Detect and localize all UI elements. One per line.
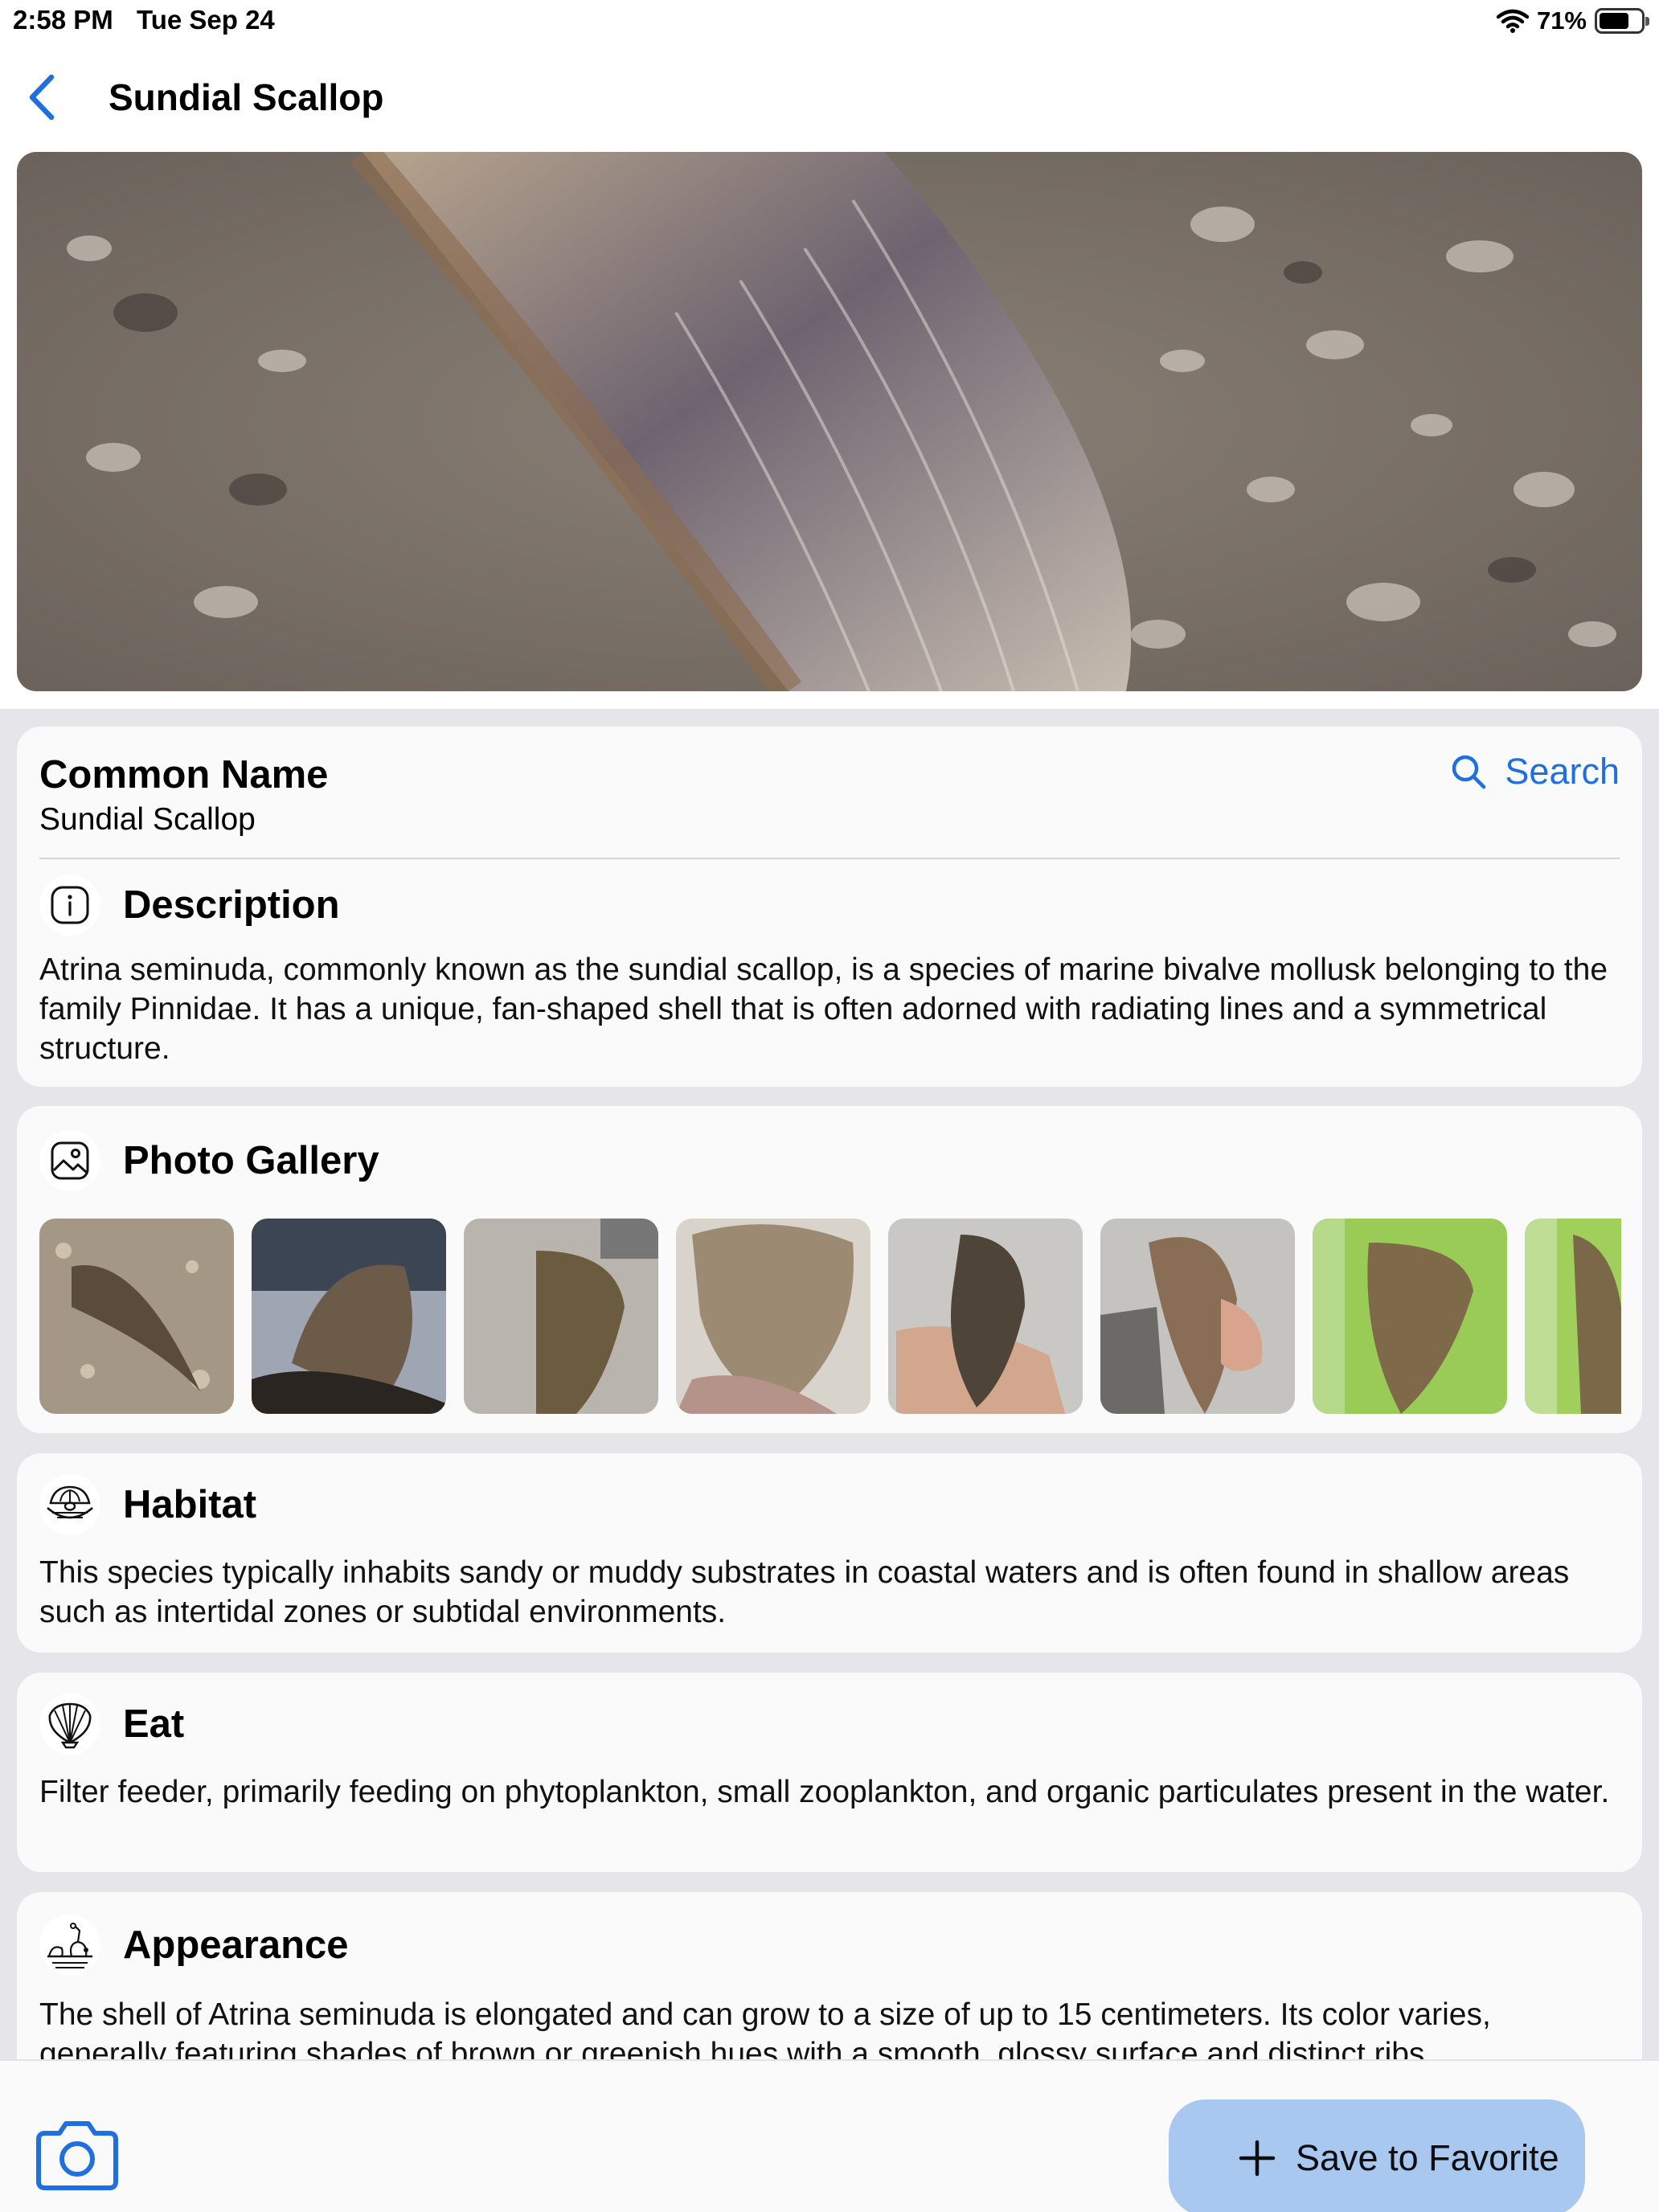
eat-heading: Eat — [39, 1694, 184, 1755]
battery-percent: 71% — [1536, 6, 1587, 35]
status-time: 2:58 PM — [13, 5, 113, 35]
appearance-title: Appearance — [123, 1923, 349, 1967]
photo-gallery-heading: Photo Gallery — [39, 1130, 379, 1191]
eat-title: Eat — [123, 1702, 185, 1746]
eat-text: Filter feeder, primarily feeding on phyt… — [39, 1775, 1610, 1809]
gallery-photo[interactable] — [1100, 1219, 1295, 1414]
bottom-toolbar: Save to Favorite — [0, 2059, 1659, 2212]
photo-icon — [39, 1130, 100, 1191]
scallop-shell-icon — [39, 1694, 100, 1755]
gallery-photo[interactable] — [1313, 1219, 1507, 1414]
gallery-photo[interactable] — [888, 1219, 1083, 1414]
search-label: Search — [1505, 751, 1620, 792]
common-name-label: Common Name — [39, 753, 329, 797]
info-icon — [39, 875, 100, 936]
gallery-photo[interactable] — [252, 1219, 446, 1414]
description-text: Atrina seminuda, commonly known as the s… — [39, 952, 1608, 1066]
common-name-value: Sundial Scallop — [39, 802, 256, 837]
status-bar: 2:58 PM Tue Sep 24 71% — [0, 0, 1659, 42]
photo-gallery-title: Photo Gallery — [123, 1139, 379, 1182]
save-to-favorite-label: Save to Favorite — [1296, 2136, 1559, 2178]
save-to-favorite-button[interactable]: Save to Favorite — [1169, 2099, 1585, 2212]
appearance-icon — [39, 1915, 100, 1976]
chevron-left-icon[interactable] — [23, 72, 63, 122]
summary-card: Common Name Sundial Scallop Search Descr… — [17, 727, 1642, 1087]
clam-icon — [39, 1474, 100, 1535]
status-indicators: 71% — [1496, 6, 1649, 35]
battery-icon — [1595, 8, 1649, 34]
description-heading: Description — [39, 875, 340, 936]
search-icon — [1452, 755, 1486, 789]
divider — [39, 858, 1620, 859]
habitat-card: Habitat This species typically inhabits … — [17, 1453, 1642, 1653]
nav-bar: Sundial Scallop — [0, 42, 1659, 150]
photo-gallery-card: Photo Gallery — [17, 1106, 1642, 1433]
eat-card: Eat Filter feeder, primarily feeding on … — [17, 1673, 1642, 1872]
page-title: Sundial Scallop — [109, 76, 384, 118]
gallery-photo[interactable] — [1525, 1219, 1621, 1414]
screen: 2:58 PM Tue Sep 24 71% Sundial Scallop C… — [0, 0, 1659, 2212]
appearance-heading: Appearance — [39, 1915, 349, 1976]
status-date: Tue Sep 24 — [137, 5, 275, 35]
hero-section — [0, 150, 1659, 709]
photo-gallery-strip[interactable] — [39, 1219, 1621, 1414]
description-title: Description — [123, 883, 340, 927]
search-button[interactable]: Search — [1450, 751, 1620, 793]
plus-icon — [1239, 2140, 1276, 2176]
habitat-text: This species typically inhabits sandy or… — [39, 1555, 1570, 1629]
gallery-photo[interactable] — [39, 1219, 234, 1414]
gallery-photo[interactable] — [676, 1219, 870, 1414]
hero-photo — [17, 152, 1642, 691]
wifi-icon — [1496, 9, 1529, 33]
gallery-photo[interactable] — [464, 1219, 658, 1414]
habitat-title: Habitat — [123, 1483, 257, 1526]
habitat-heading: Habitat — [39, 1474, 256, 1535]
camera-icon[interactable] — [32, 2119, 122, 2193]
